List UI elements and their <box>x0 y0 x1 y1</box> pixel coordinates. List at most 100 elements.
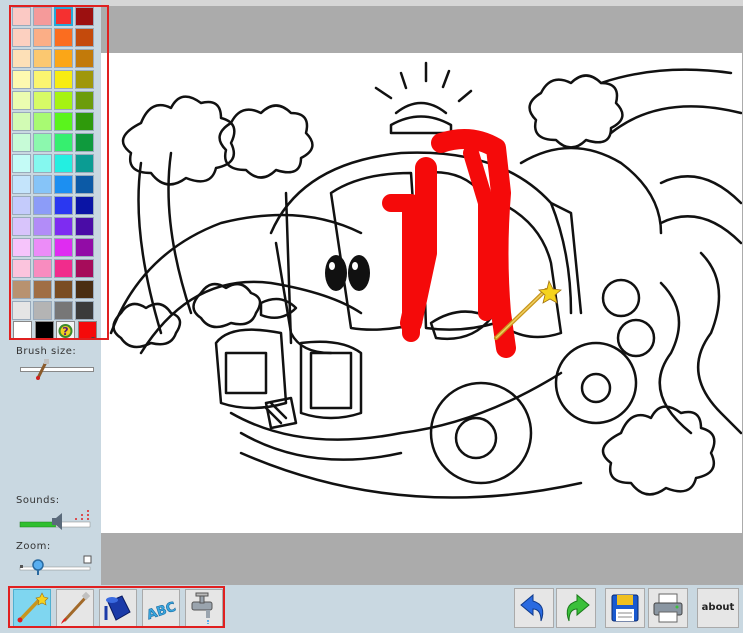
brush-icon <box>61 591 91 624</box>
color-swatch[interactable] <box>54 28 73 47</box>
zoom-slider[interactable] <box>18 555 94 577</box>
brush-size-label: Brush size: <box>16 346 77 357</box>
paint-bucket-icon <box>104 595 131 621</box>
color-swatch[interactable] <box>54 133 73 152</box>
color-swatch[interactable] <box>75 301 94 320</box>
color-swatch[interactable] <box>75 280 94 299</box>
color-swatch[interactable] <box>33 28 52 47</box>
sounds-label: Sounds: <box>16 495 60 506</box>
color-swatch[interactable] <box>12 70 31 89</box>
color-swatch[interactable] <box>12 259 31 278</box>
redo-button[interactable] <box>556 588 596 628</box>
color-swatch[interactable] <box>12 154 31 173</box>
color-swatch[interactable] <box>54 196 73 215</box>
swatch-black[interactable] <box>35 321 54 340</box>
color-swatch[interactable] <box>54 238 73 257</box>
color-swatch[interactable] <box>12 112 31 131</box>
magic-wand-icon <box>17 592 49 623</box>
color-swatch[interactable] <box>33 196 52 215</box>
color-swatch[interactable] <box>75 91 94 110</box>
coloring-page-artwork <box>109 61 742 499</box>
zoom-label: Zoom: <box>16 541 51 552</box>
color-swatch[interactable] <box>33 301 52 320</box>
sounds-slider[interactable] <box>18 506 94 530</box>
tool-brush[interactable] <box>56 589 94 627</box>
color-swatch[interactable] <box>33 70 52 89</box>
color-swatch[interactable] <box>54 301 73 320</box>
tool-faucet[interactable] <box>185 589 223 627</box>
color-swatch[interactable] <box>75 217 94 236</box>
color-swatch[interactable] <box>33 175 52 194</box>
color-swatch[interactable] <box>12 196 31 215</box>
save-button[interactable] <box>605 588 645 628</box>
color-swatch[interactable] <box>12 301 31 320</box>
redo-arrow-icon <box>566 593 590 622</box>
floppy-disk-icon <box>611 594 639 622</box>
svg-text:?: ? <box>62 325 68 338</box>
color-swatch[interactable] <box>54 175 73 194</box>
printer-icon <box>653 593 683 623</box>
swatch-white[interactable] <box>13 321 32 340</box>
color-swatch[interactable] <box>75 154 94 173</box>
color-swatch[interactable] <box>33 259 52 278</box>
color-swatch[interactable] <box>33 154 52 173</box>
volume-bars-icon <box>19 508 91 530</box>
zoom-track <box>19 555 92 571</box>
color-swatch[interactable] <box>75 133 94 152</box>
tool-text[interactable]: ABC <box>142 589 180 627</box>
color-swatch[interactable] <box>33 238 52 257</box>
zoom-magnifier-icon[interactable] <box>31 558 45 576</box>
random-color-button[interactable]: ? <box>56 321 75 340</box>
undo-arrow-icon <box>520 593 544 622</box>
color-swatch[interactable] <box>33 7 52 26</box>
abc-text-icon: ABC <box>145 599 178 623</box>
color-swatch[interactable] <box>54 280 73 299</box>
print-button[interactable] <box>648 588 688 628</box>
color-swatch[interactable] <box>54 154 73 173</box>
faucet-icon <box>191 592 213 624</box>
color-swatch[interactable] <box>12 280 31 299</box>
color-swatch[interactable] <box>12 133 31 152</box>
color-swatch[interactable] <box>75 7 94 26</box>
brush-size-track <box>20 367 94 372</box>
top-stripe <box>101 0 743 6</box>
color-swatch[interactable] <box>12 175 31 194</box>
tool-paint-bucket[interactable] <box>99 589 137 627</box>
brush-size-slider[interactable] <box>20 358 94 380</box>
tool-text-label: ABC <box>145 600 178 623</box>
about-button[interactable]: about <box>697 588 739 628</box>
color-swatch[interactable] <box>33 217 52 236</box>
color-swatch[interactable] <box>12 28 31 47</box>
color-swatch[interactable] <box>75 49 94 68</box>
color-swatch[interactable] <box>75 259 94 278</box>
color-swatch[interactable] <box>12 217 31 236</box>
color-swatch[interactable] <box>54 112 73 131</box>
color-swatch[interactable] <box>54 49 73 68</box>
color-swatch[interactable] <box>54 7 73 26</box>
undo-button[interactable] <box>514 588 554 628</box>
color-swatch[interactable] <box>33 112 52 131</box>
color-swatch[interactable] <box>54 217 73 236</box>
color-swatch[interactable] <box>54 259 73 278</box>
drawing-canvas[interactable] <box>101 53 742 533</box>
color-swatch[interactable] <box>75 175 94 194</box>
color-swatch[interactable] <box>12 7 31 26</box>
color-swatch[interactable] <box>75 196 94 215</box>
color-swatch[interactable] <box>12 91 31 110</box>
color-swatch[interactable] <box>75 112 94 131</box>
color-swatch[interactable] <box>75 70 94 89</box>
color-swatch[interactable] <box>33 49 52 68</box>
color-swatch[interactable] <box>33 280 52 299</box>
color-swatch[interactable] <box>54 91 73 110</box>
color-swatch[interactable] <box>33 91 52 110</box>
color-swatch[interactable] <box>75 28 94 47</box>
current-color-swatch[interactable] <box>78 321 97 340</box>
color-swatch[interactable] <box>12 49 31 68</box>
color-swatch[interactable] <box>12 238 31 257</box>
question-mark-icon: ? <box>58 324 73 338</box>
brush-slider-handle-icon[interactable] <box>34 358 54 380</box>
tool-magic-wand[interactable] <box>13 589 51 627</box>
color-swatch[interactable] <box>54 70 73 89</box>
color-swatch[interactable] <box>75 238 94 257</box>
color-swatch[interactable] <box>33 133 52 152</box>
